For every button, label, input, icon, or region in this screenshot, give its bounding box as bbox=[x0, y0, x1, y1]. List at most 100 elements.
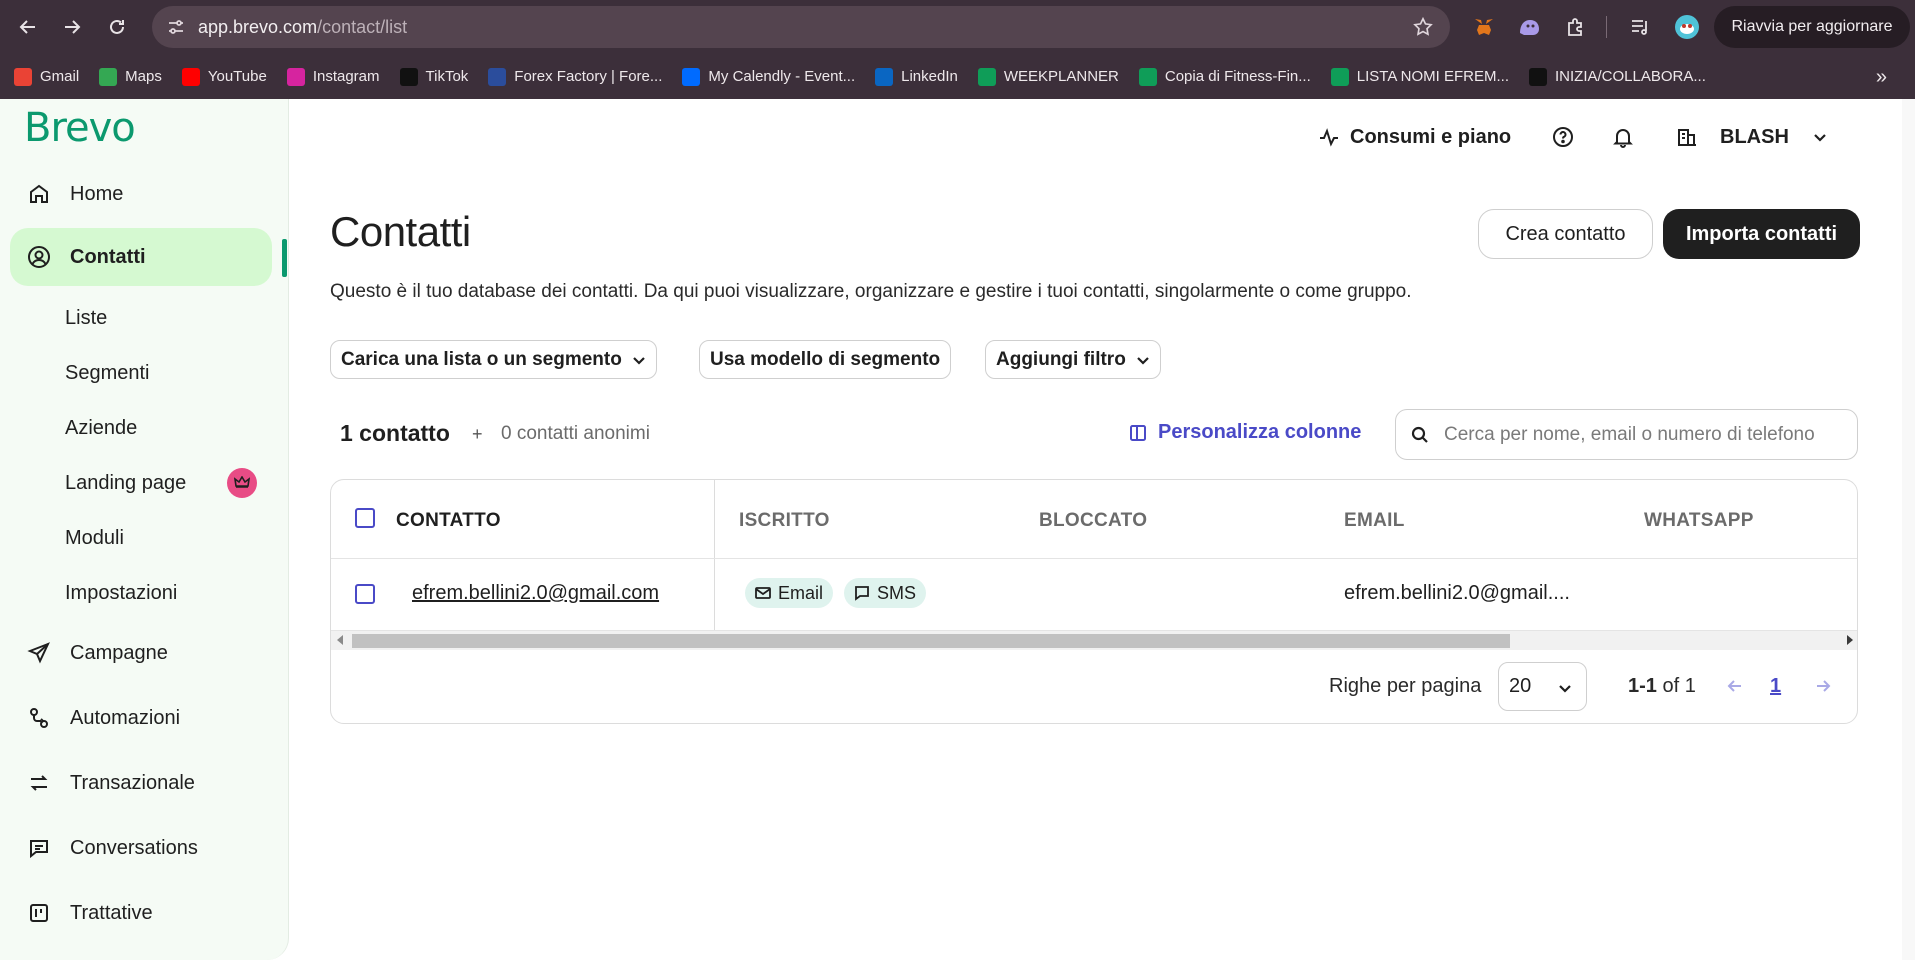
chevron-down-icon bbox=[1137, 356, 1149, 365]
forward-icon[interactable] bbox=[52, 7, 92, 47]
automation-icon bbox=[26, 705, 52, 731]
calendly-icon bbox=[682, 67, 701, 86]
segment-model-button[interactable]: Usa modello di segmento bbox=[699, 340, 952, 379]
sidebar-item-trattative[interactable]: Trattative bbox=[10, 884, 272, 942]
previous-page-icon[interactable] bbox=[1725, 676, 1745, 696]
search-input[interactable] bbox=[1444, 423, 1844, 446]
sidebar-item-home[interactable]: Home bbox=[10, 165, 272, 223]
page-description: Questo è il tuo database dei contatti. D… bbox=[330, 281, 1412, 302]
tiktok-icon bbox=[399, 67, 418, 86]
bookmark-item[interactable]: Gmail bbox=[14, 67, 80, 86]
next-page-icon[interactable] bbox=[1813, 676, 1833, 696]
update-browser-button[interactable]: Riavvia per aggiornare bbox=[1714, 6, 1910, 48]
add-filter-dropdown[interactable]: Aggiungi filtro bbox=[985, 340, 1161, 379]
mail-icon bbox=[755, 587, 771, 599]
forexfactory-icon bbox=[488, 67, 507, 86]
row-checkbox[interactable] bbox=[355, 584, 375, 604]
toolbar-divider bbox=[1606, 16, 1607, 38]
scroll-left-icon[interactable] bbox=[337, 635, 343, 645]
bookmark-item[interactable]: YouTube bbox=[181, 67, 267, 86]
bookmark-label: LinkedIn bbox=[901, 68, 958, 85]
column-header-whatsapp[interactable]: WHATSAPP bbox=[1644, 510, 1754, 532]
bookmark-item[interactable]: TikTok bbox=[399, 67, 468, 86]
instagram-icon bbox=[286, 67, 305, 86]
customize-columns-button[interactable]: Personalizza colonne bbox=[1128, 421, 1361, 444]
page-range: 1-1 of 1 bbox=[1628, 675, 1696, 697]
add-filter-label: Aggiungi filtro bbox=[996, 348, 1126, 370]
bookmark-label: Gmail bbox=[40, 68, 80, 85]
brevo-logo[interactable]: Brevo bbox=[24, 105, 136, 151]
bookmark-label: My Calendly - Event... bbox=[708, 68, 856, 85]
bookmark-item[interactable]: My Calendly - Event... bbox=[682, 67, 856, 86]
reload-icon[interactable] bbox=[97, 7, 137, 47]
active-indicator bbox=[282, 239, 287, 277]
anonymous-count: 0 contatti anonimi bbox=[501, 423, 650, 444]
bookmark-label: YouTube bbox=[207, 68, 267, 85]
create-contact-button[interactable]: Crea contatto bbox=[1478, 209, 1653, 259]
ghost-extension-icon[interactable] bbox=[1515, 13, 1543, 41]
bookmark-item[interactable]: Copia di Fitness-Fin... bbox=[1138, 67, 1311, 86]
import-contacts-button[interactable]: Importa contatti bbox=[1663, 209, 1860, 259]
sidebar-item-campagne[interactable]: Campagne bbox=[10, 624, 272, 682]
sidebar-subitem-aziende[interactable]: Aziende bbox=[65, 413, 137, 443]
column-header-contatto[interactable]: CONTATTO bbox=[396, 510, 501, 532]
bookmark-item[interactable]: LinkedIn bbox=[875, 67, 958, 86]
notifications-bell-icon[interactable] bbox=[1612, 122, 1634, 152]
tag-label: SMS bbox=[877, 582, 917, 603]
select-all-checkbox[interactable] bbox=[355, 508, 375, 528]
scroll-right-icon[interactable] bbox=[1847, 635, 1853, 645]
bookmark-item[interactable]: INIZIA/COLLABORA... bbox=[1529, 67, 1706, 86]
bookmark-label: Instagram bbox=[312, 68, 380, 85]
gmail-icon bbox=[14, 67, 32, 86]
sidebar-subitem-segmenti[interactable]: Segmenti bbox=[65, 358, 150, 388]
load-list-segment-dropdown[interactable]: Carica una lista o un segmento bbox=[330, 340, 657, 379]
account-menu[interactable]: BLASH bbox=[1676, 122, 1827, 152]
media-control-icon[interactable] bbox=[1626, 13, 1654, 41]
address-bar[interactable]: app.brevo.com/contact/list bbox=[152, 6, 1450, 48]
home-icon bbox=[26, 181, 52, 207]
column-header-email[interactable]: EMAIL bbox=[1344, 510, 1405, 532]
bookmark-item[interactable]: Maps bbox=[99, 67, 162, 86]
crown-icon bbox=[227, 468, 257, 498]
contact-link[interactable]: efrem.bellini2.0@gmail.com bbox=[412, 582, 659, 605]
activity-icon bbox=[1320, 128, 1338, 147]
chevron-down-icon bbox=[1559, 685, 1571, 693]
bookmark-item[interactable]: LISTA NOMI EFREM... bbox=[1330, 67, 1509, 86]
rows-per-page-value: 20 bbox=[1509, 675, 1532, 697]
site-settings-icon[interactable] bbox=[166, 17, 186, 37]
usage-plan-link[interactable]: Consumi e piano bbox=[1318, 122, 1511, 152]
search-box[interactable] bbox=[1395, 409, 1858, 460]
sidebar-item-conversations[interactable]: Conversations bbox=[10, 819, 272, 877]
rows-per-page-select[interactable]: 20 bbox=[1498, 662, 1587, 711]
sidebar-subitem-impostazioni[interactable]: Impostazioni bbox=[65, 578, 177, 608]
customize-columns-label: Personalizza colonne bbox=[1158, 421, 1362, 443]
current-page-number[interactable]: 1 bbox=[1770, 675, 1781, 698]
sidebar-subitem-landing-page[interactable]: Landing page bbox=[65, 468, 186, 498]
subscribed-email-tag: Email bbox=[745, 578, 834, 608]
bookmark-item[interactable]: Instagram bbox=[286, 67, 380, 86]
extensions-puzzle-icon[interactable] bbox=[1562, 13, 1590, 41]
sidebar-item-label: Transazionale bbox=[70, 771, 195, 794]
sidebar-subitem-liste[interactable]: Liste bbox=[65, 303, 107, 333]
bookmark-item[interactable]: WEEKPLANNER bbox=[977, 67, 1119, 86]
horizontal-scrollbar[interactable] bbox=[331, 630, 1857, 650]
column-header-iscritto[interactable]: ISCRITTO bbox=[739, 510, 830, 532]
sidebar-item-contatti[interactable]: Contatti bbox=[10, 228, 272, 286]
usage-plan-label: Consumi e piano bbox=[1350, 125, 1512, 148]
sidebar-item-transazionale[interactable]: Transazionale bbox=[10, 754, 272, 812]
vertical-scrollbar[interactable] bbox=[1902, 99, 1915, 960]
scrollbar-thumb[interactable] bbox=[352, 634, 1510, 648]
back-icon[interactable] bbox=[8, 7, 48, 47]
help-icon[interactable] bbox=[1552, 122, 1574, 152]
column-divider bbox=[714, 480, 715, 630]
bookmark-star-icon[interactable] bbox=[1412, 16, 1434, 38]
bookmark-item[interactable]: Forex Factory | Fore... bbox=[488, 67, 662, 86]
metamask-extension-icon[interactable] bbox=[1470, 13, 1498, 41]
more-bookmarks-icon[interactable]: » bbox=[1876, 66, 1887, 89]
sidebar-item-automazioni[interactable]: Automazioni bbox=[10, 689, 272, 747]
sidebar-subitem-moduli[interactable]: Moduli bbox=[65, 523, 124, 553]
message-icon bbox=[855, 586, 869, 601]
profile-avatar-icon[interactable] bbox=[1673, 13, 1701, 41]
sheets-icon bbox=[977, 67, 996, 86]
column-header-bloccato[interactable]: BLOCCATO bbox=[1039, 510, 1147, 532]
